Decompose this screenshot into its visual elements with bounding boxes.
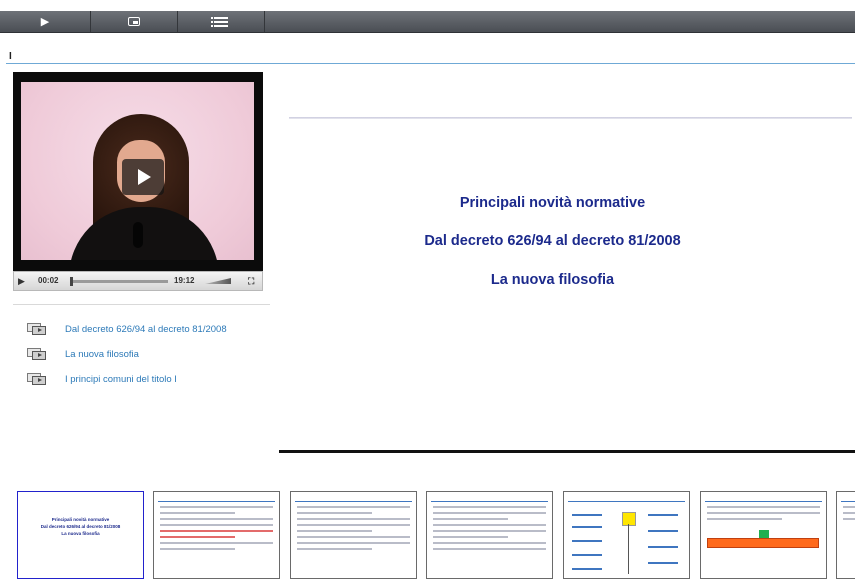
- chapter-label[interactable]: Dal decreto 626/94 al decreto 81/2008: [65, 324, 227, 335]
- video-play-overlay-button[interactable]: [122, 159, 164, 195]
- video-chapter-icon: [27, 373, 47, 385]
- slide-thumbnail[interactable]: [836, 491, 855, 579]
- slide-thumbnail[interactable]: [153, 491, 280, 579]
- page-title: I: [9, 51, 12, 62]
- chapter-item[interactable]: I principi comuni del titolo I: [27, 372, 177, 386]
- play-icon: [138, 169, 151, 185]
- presenter-body: [69, 207, 219, 260]
- slide-subtitle: La nuova filosofia: [490, 272, 615, 288]
- video-player[interactable]: [13, 72, 263, 271]
- thumbnail-strip-divider: [279, 450, 855, 453]
- chapter-label[interactable]: La nuova filosofia: [65, 349, 139, 360]
- toolbar-pip-button[interactable]: [90, 11, 178, 32]
- thumbnail-text: Dal decreto 626/94 al decreto 81/2008: [40, 524, 121, 529]
- slide-title: Principali novità normative: [459, 195, 646, 211]
- duration: 19:12: [174, 276, 195, 285]
- slide-top-rule: [289, 117, 852, 119]
- control-play-button[interactable]: ▶: [18, 272, 25, 290]
- slide-thumbnail[interactable]: [563, 491, 690, 579]
- seek-bar[interactable]: [70, 277, 168, 286]
- video-frame[interactable]: [21, 82, 254, 260]
- chapter-item[interactable]: Dal decreto 626/94 al decreto 81/2008: [27, 322, 227, 336]
- microphone: [133, 222, 143, 248]
- seek-handle[interactable]: [70, 277, 73, 286]
- thumbnail-text: Principali novità normative: [51, 517, 110, 522]
- toolbar-list-button[interactable]: [177, 11, 265, 32]
- title-divider: [6, 63, 855, 64]
- chapter-label[interactable]: I principi comuni del titolo I: [65, 374, 177, 385]
- slide-subtitle: Dal decreto 626/94 al decreto 81/2008: [424, 233, 681, 249]
- video-chapter-icon: [27, 348, 47, 360]
- volume-slider[interactable]: [205, 278, 231, 284]
- player-toolbar: ▶: [0, 11, 855, 33]
- current-time: 00:02: [38, 276, 59, 285]
- slide-thumbnail[interactable]: Principali novità normative Dal decreto …: [17, 491, 144, 579]
- play-icon: ▶: [40, 16, 50, 28]
- slide-thumbnail[interactable]: [426, 491, 553, 579]
- player-controls: ▶ 00:02 19:12 ⛶: [13, 271, 263, 291]
- slide-thumbnail[interactable]: [290, 491, 417, 579]
- thumbnail-text: La nuova filosofia: [61, 531, 100, 536]
- toolbar-play-button[interactable]: ▶: [0, 11, 91, 32]
- chapter-separator: [13, 304, 270, 305]
- slide-thumbnail[interactable]: [700, 491, 827, 579]
- picture-in-picture-icon: [127, 17, 140, 26]
- list-icon: [210, 16, 228, 27]
- chapter-item[interactable]: La nuova filosofia: [27, 347, 139, 361]
- video-chapter-icon: [27, 323, 47, 335]
